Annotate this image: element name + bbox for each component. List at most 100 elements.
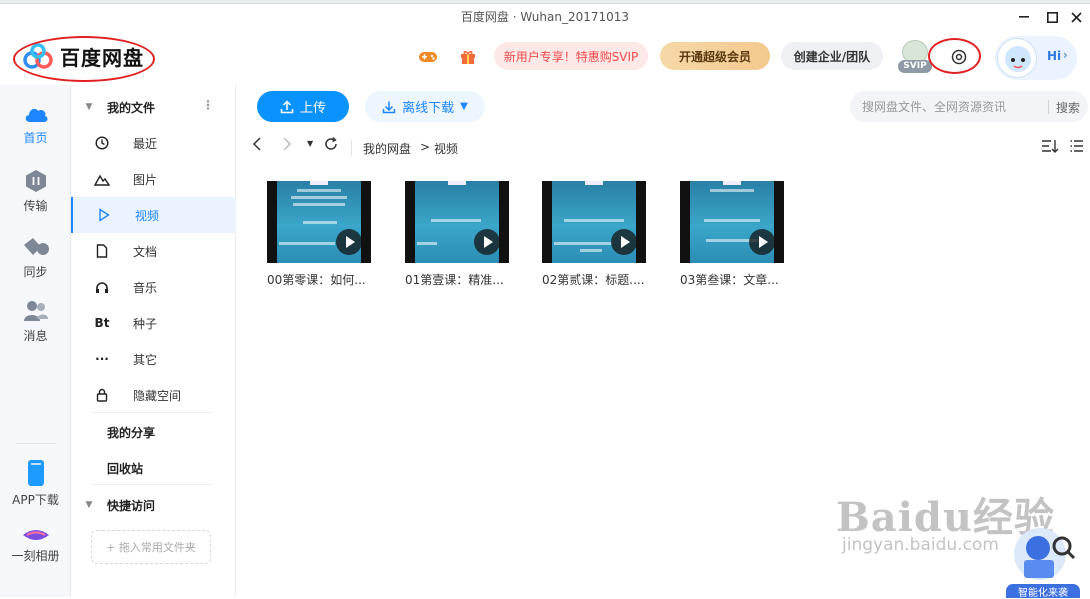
video-thumbnail [542,181,646,263]
search-box: 搜索 [850,91,1088,122]
more-options-icon[interactable]: ⋮ [202,99,214,111]
close-button[interactable] [1062,6,1090,28]
upload-button[interactable]: 上传 [257,91,349,122]
super-member-button[interactable]: 开通超级会员 [660,42,770,70]
quick-access-label: 快捷访问 [107,498,156,513]
search-divider [1048,100,1049,114]
svip-avatar[interactable]: SVIP [898,38,932,76]
add-quick-folder-dropzone[interactable]: + 拖入常用文件夹 [91,530,211,564]
rail-item-messages[interactable]: 消息 [0,299,71,344]
tree-item-others[interactable]: ··· 其它 [71,341,236,377]
play-icon [611,229,637,255]
album-icon [22,530,49,540]
video-thumbnail [267,181,371,263]
upload-label: 上传 [299,101,326,116]
tree-label-recent: 最近 [133,136,158,151]
rail-item-home[interactable]: 首页 [0,103,71,146]
breadcrumb-current: 视频 [434,142,459,156]
robot-mascot-icon [1014,528,1076,580]
close-icon [1070,11,1082,23]
video-thumbnail [405,181,509,263]
lock-icon [71,388,133,402]
file-grid: 00第零课：如何... 01第壹课：精准... 02第贰课：标题.... 03第… [236,181,836,301]
transfer-icon [25,170,46,192]
tree-item-recent[interactable]: 最近 [71,125,236,161]
gift-icon [461,50,475,64]
tree-label-torrents: 种子 [133,316,158,331]
game-button[interactable] [415,44,441,70]
forward-button[interactable] [282,137,292,155]
chevron-right-icon [283,137,292,151]
cloud-icon [25,108,48,122]
more-icon: ··· [95,352,109,366]
tree-item-my-share[interactable]: 我的分享 [107,424,155,441]
nav-divider [351,140,352,156]
rail-label-app-download: APP下载 [12,493,59,507]
upload-icon [280,99,294,113]
tree-divider [91,484,211,485]
back-button[interactable] [252,137,262,155]
download-icon [382,101,396,113]
assistant-avatar [997,38,1037,78]
chevron-right-icon: › [1063,48,1068,62]
list-view-button[interactable] [1070,139,1084,157]
search-button[interactable]: 搜索 [1056,99,1080,116]
file-name: 03第叁课：文章... [680,273,779,287]
smart-assistant-widget[interactable]: 智能化来袭 [1000,524,1080,599]
rail-item-transfer[interactable]: 传输 [0,169,71,214]
assistant-hi-button[interactable]: Hi › [995,36,1077,80]
annotation-circle-settings [928,38,981,74]
tree-item-torrents[interactable]: Bt 种子 [71,305,236,341]
sort-icon [1042,140,1059,153]
list-view-icon [1070,140,1083,152]
video-thumbnail [680,181,784,263]
title-bar: 百度网盘 · Wuhan_20171013 [0,4,1090,30]
tree-item-hidden-space[interactable]: 隐藏空间 [71,377,236,413]
watermark-url: jingyan.baidu.com [842,535,999,555]
robot-avatar-icon [1005,46,1031,72]
refresh-icon [325,137,337,150]
file-tree-sidebar: ▼ 我的文件 ⋮ 最近 图片 视频 文档 音乐 Bt 种子 ··· 其它 隐藏空… [71,85,236,597]
messages-icon [23,301,48,321]
tree-item-docs[interactable]: 文档 [71,233,236,269]
play-icon [73,208,135,222]
annotation-circle-logo [13,36,155,82]
robot-label: 智能化来袭 [1006,584,1080,599]
refresh-button[interactable] [324,137,338,155]
play-icon [474,229,500,255]
create-enterprise-button[interactable]: 创建企业/团队 [781,42,883,70]
gift-button[interactable] [455,44,481,70]
svip-tag: SVIP [898,60,932,73]
breadcrumb-separator: > [420,140,431,154]
tree-item-videos[interactable]: 视频 [71,197,236,233]
rail-item-app-download[interactable]: APP下载 [0,459,71,508]
minimize-button[interactable] [1010,6,1038,28]
rail-label-home: 首页 [23,131,48,145]
tree-label-videos: 视频 [135,208,160,223]
clock-icon [71,136,133,150]
my-files-header[interactable]: ▼ 我的文件 ⋮ [71,89,236,125]
svip-promo-button[interactable]: 新用户专享！特惠购SVIP [494,42,648,70]
offline-download-button[interactable]: 离线下载 ▼ [365,91,485,122]
tree-item-music[interactable]: 音乐 [71,269,236,305]
tree-label-music: 音乐 [133,280,158,295]
rail-label-messages: 消息 [23,329,48,343]
tree-item-recycle-bin[interactable]: 回收站 [107,460,143,477]
breadcrumb-root[interactable]: 我的网盘 [363,140,411,157]
rail-item-sync[interactable]: 同步 [0,235,71,280]
chevron-left-icon [252,137,261,151]
path-navigation-bar: ▼ 我的网盘 > 视频 [236,133,1090,163]
history-dropdown-icon[interactable]: ▼ [307,139,313,148]
sort-button[interactable] [1041,139,1059,157]
headphones-icon [71,281,133,294]
left-nav-rail: 首页 传输 同步 消息 APP下载 一刻相册 [0,85,71,597]
search-input[interactable] [860,98,1040,116]
rail-item-album[interactable]: 一刻相册 [0,527,71,564]
phone-icon [27,460,44,486]
tree-divider [91,412,211,413]
tree-item-images[interactable]: 图片 [71,161,236,197]
collapse-caret-icon: ▼ [85,102,93,112]
my-files-label: 我的文件 [107,100,156,115]
quick-access-header[interactable]: ▼ 快捷访问 [71,487,236,523]
play-icon [749,229,775,255]
